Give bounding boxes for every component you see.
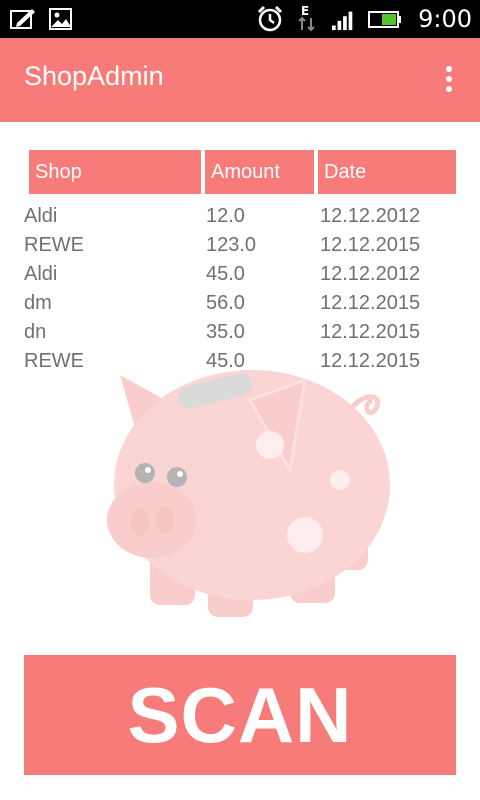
cell-amount: 35.0 [206, 321, 245, 343]
cell-shop: dm [24, 292, 52, 314]
edit-icon [10, 9, 35, 29]
app-bar: ShopAdmin [0, 38, 480, 122]
table-row[interactable]: dn 35.0 12.12.2015 [24, 318, 456, 347]
more-vert-icon[interactable] [444, 66, 454, 96]
column-header-amount: Amount [205, 150, 314, 194]
cell-date: 12.12.2012 [320, 205, 421, 227]
table-body: Aldi 12.0 12.12.2012 REWE 123.0 12.12.20… [24, 202, 456, 376]
cell-date: 12.12.2012 [320, 263, 421, 285]
cell-shop: Aldi [24, 263, 58, 285]
table-row[interactable]: Aldi 12.0 12.12.2012 [24, 202, 456, 231]
cell-date: 12.12.2015 [320, 292, 421, 314]
cell-amount: 56.0 [206, 292, 245, 314]
alarm-icon [258, 5, 283, 32]
status-bar: E 9:00 [0, 0, 480, 38]
data-e-icon: E [298, 4, 315, 32]
column-header-shop: Shop [29, 150, 201, 194]
purchases-table: Shop Amount Date Aldi 12.0 12.12.2012 RE… [24, 150, 456, 376]
table-header: Shop Amount Date [24, 150, 456, 194]
image-icon [49, 8, 72, 30]
svg-text:E: E [301, 4, 309, 18]
table-row[interactable]: Aldi 45.0 12.12.2012 [24, 260, 456, 289]
table-row[interactable]: dm 56.0 12.12.2015 [24, 289, 456, 318]
cell-shop: Aldi [24, 205, 58, 227]
cell-date: 12.12.2015 [320, 234, 421, 256]
piggy-bank-illustration [107, 370, 390, 617]
battery-icon [368, 11, 402, 28]
scan-button[interactable]: SCAN [24, 655, 456, 775]
cell-date: 12.12.2015 [320, 321, 421, 343]
cell-shop: dn [24, 321, 47, 343]
column-header-date: Date [318, 150, 456, 194]
clock-time: 9:00 [418, 5, 472, 33]
cell-amount: 45.0 [206, 263, 245, 285]
signal-icon [332, 11, 353, 31]
table-row[interactable]: REWE 123.0 12.12.2015 [24, 231, 456, 260]
cell-shop: REWE [24, 234, 84, 256]
cell-amount: 12.0 [206, 205, 245, 227]
cell-amount: 123.0 [206, 234, 257, 256]
cell-shop: REWE [24, 350, 84, 372]
app-title: ShopAdmin [24, 61, 164, 91]
